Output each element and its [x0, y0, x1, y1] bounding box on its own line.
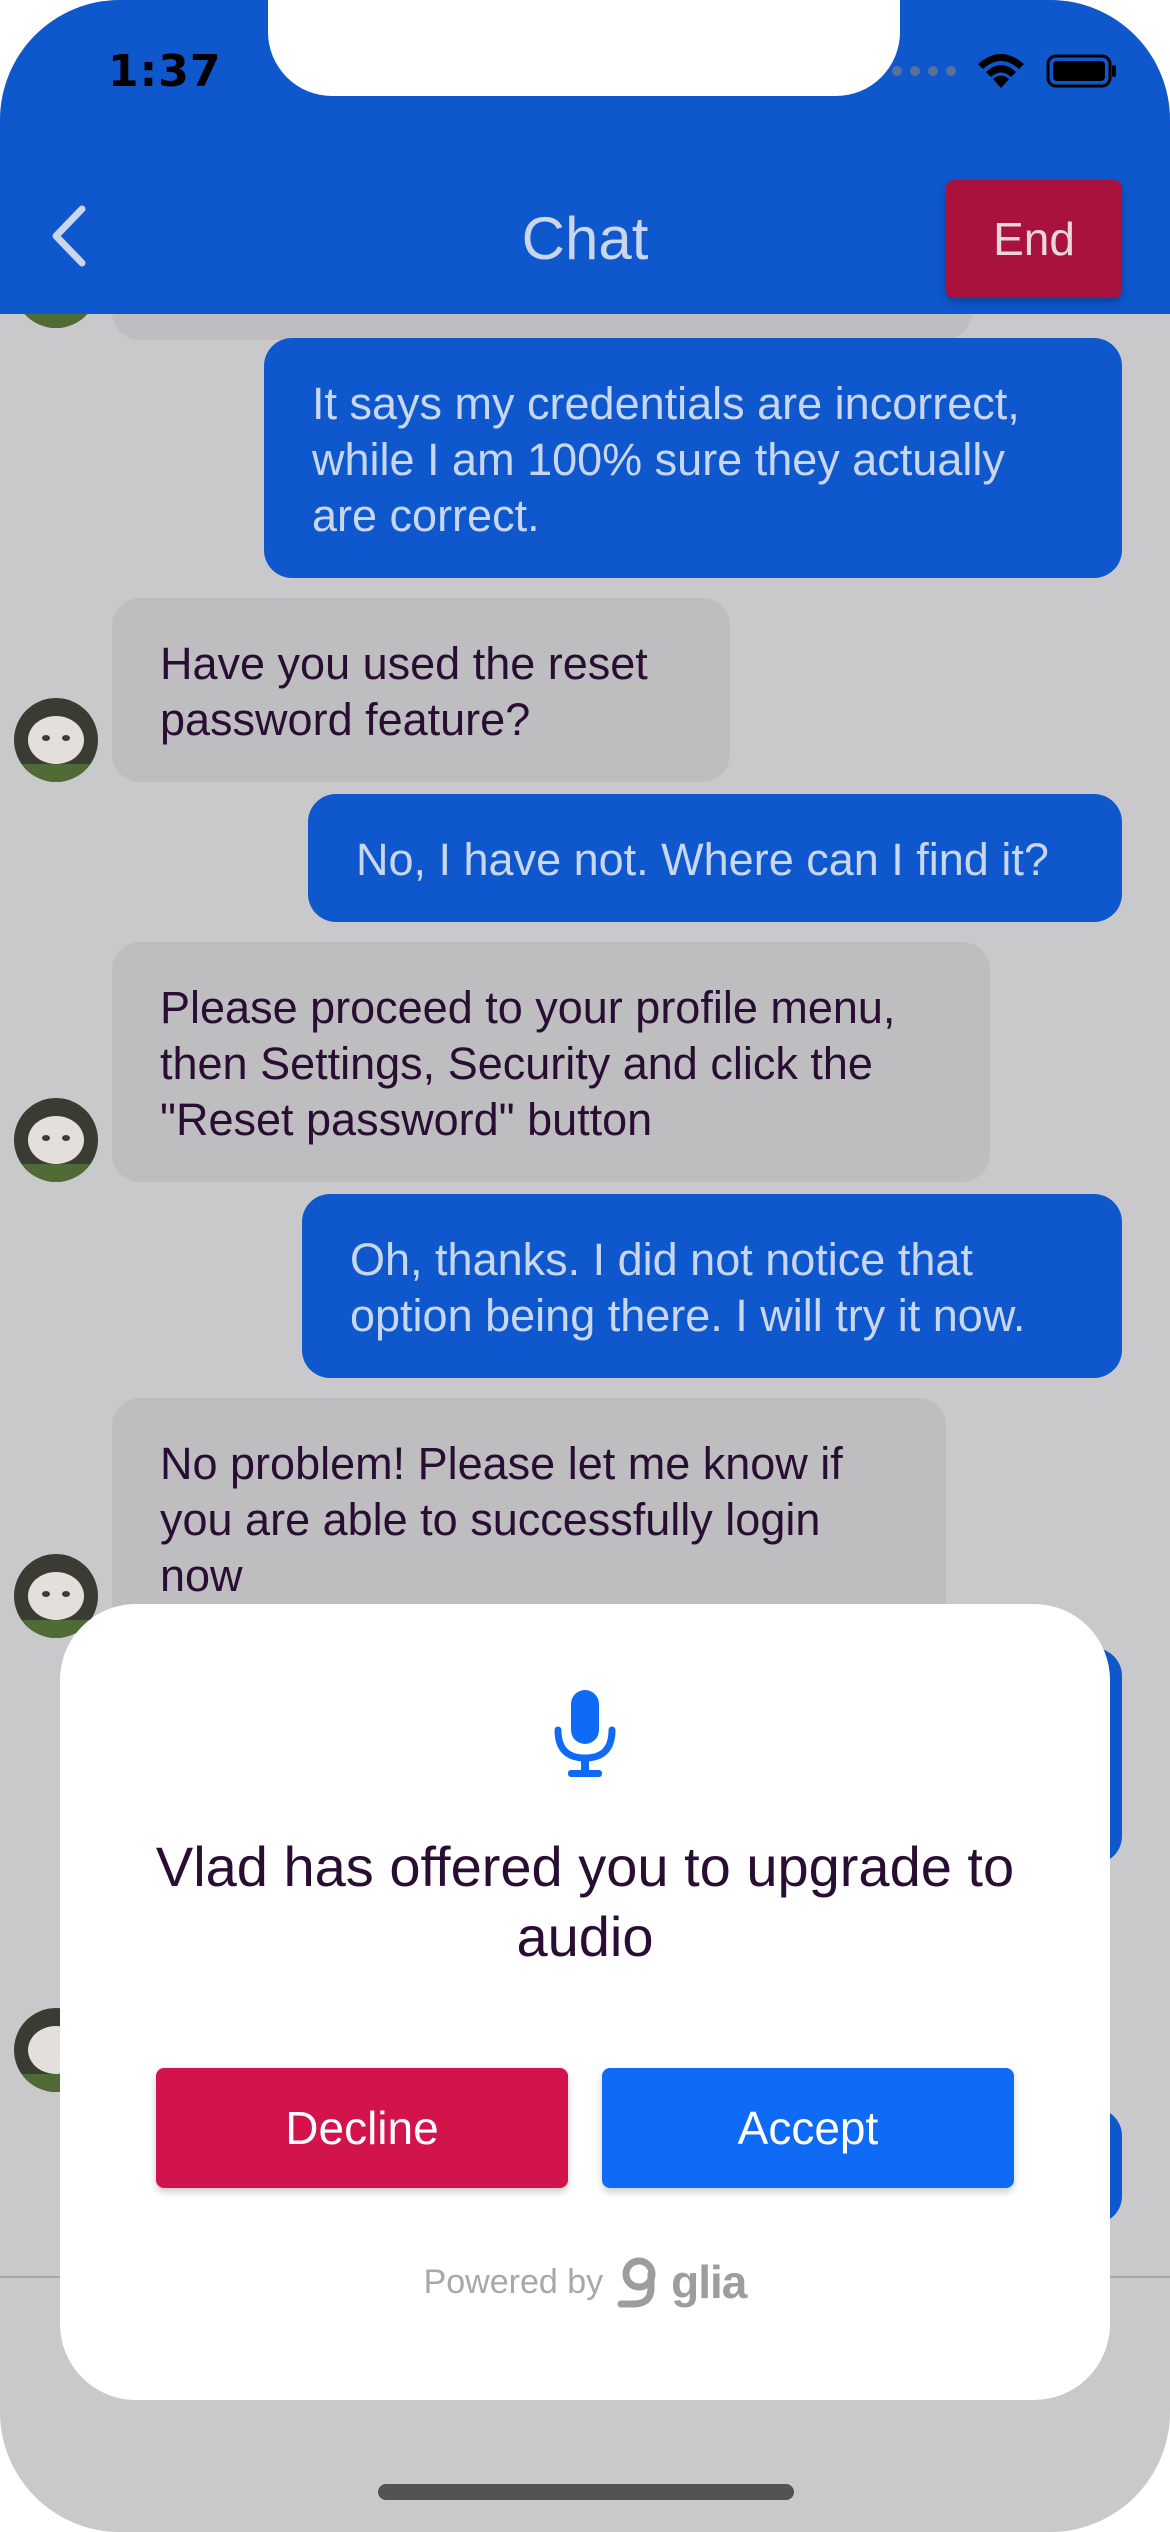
message-bubble-operator: Please proceed to your profile menu, the… — [112, 942, 990, 1182]
status-indicators — [892, 52, 1118, 90]
status-time: 1:37 — [108, 46, 222, 97]
phone-screen: 1:37 Chat End It says my credentials are… — [0, 0, 1170, 2532]
battery-icon — [1046, 54, 1116, 88]
home-indicator[interactable] — [378, 2484, 794, 2500]
accept-button[interactable]: Accept — [602, 2068, 1014, 2188]
dialog-title: Vlad has offered you to upgrade to audio — [155, 1835, 1015, 1968]
powered-by-label: Powered by — [423, 2262, 604, 2301]
operator-avatar — [14, 314, 98, 328]
glia-logo-icon — [617, 2257, 656, 2308]
device-notch — [268, 0, 900, 96]
audio-upgrade-dialog: Vlad has offered you to upgrade to audio… — [60, 1604, 1110, 2400]
message-bubble-visitor: Oh, thanks. I did not notice that option… — [302, 1194, 1122, 1378]
operator-avatar — [14, 1098, 98, 1182]
message-bubble-operator: Have you used the reset password feature… — [112, 598, 730, 782]
chat-header: 1:37 Chat End — [0, 0, 1170, 314]
message-bubble-visitor: It says my credentials are incorrect, wh… — [264, 338, 1122, 578]
decline-button[interactable]: Decline — [156, 2068, 568, 2188]
wifi-icon — [978, 54, 1024, 88]
signal-icon — [892, 66, 956, 76]
microphone-icon — [554, 1690, 616, 1777]
powered-by-footer: Powered by glia — [60, 2254, 1110, 2310]
message-bubble-visitor: No, I have not. Where can I find it? — [308, 794, 1122, 922]
end-chat-button[interactable]: End — [946, 180, 1122, 298]
message-bubble-partial — [112, 314, 972, 340]
glia-brand: glia — [671, 2256, 747, 2308]
operator-avatar — [14, 698, 98, 782]
